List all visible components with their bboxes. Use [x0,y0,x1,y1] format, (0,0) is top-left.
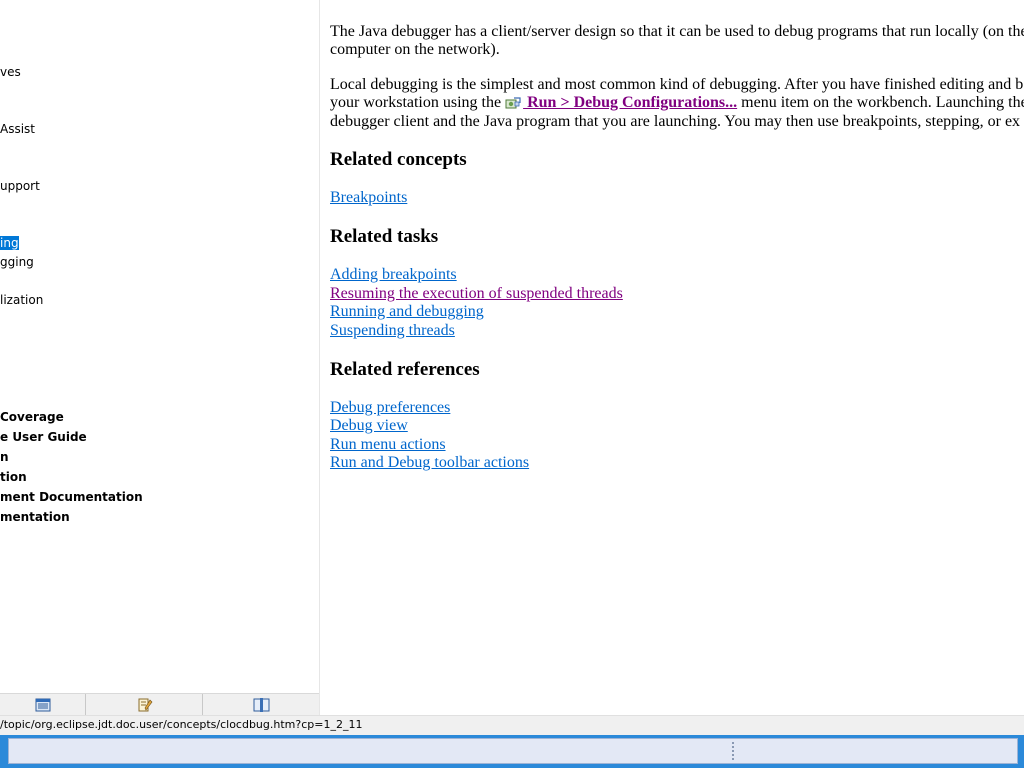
toc-item[interactable]: lization [0,293,43,307]
toc-book[interactable]: ment Documentation [0,490,143,504]
toc-pane: ves Assist upport ing gging lization Cov… [0,0,320,715]
toc-book[interactable]: mentation [0,510,70,524]
toc-book[interactable]: tion [0,470,27,484]
taskbar-grip[interactable] [732,742,736,760]
link-running-debugging[interactable]: Running and debugging [330,303,484,321]
link-debug-preferences[interactable]: Debug preferences [330,399,450,417]
tab-bookmarks[interactable] [202,694,319,715]
bookmarks-icon [253,698,271,712]
status-url: /topic/org.eclipse.jdt.doc.user/concepts… [0,718,363,731]
link-run-menu-actions[interactable]: Run menu actions [330,436,446,454]
index-icon [137,697,153,713]
local-paragraph-line: Local debugging is the simplest and most… [330,76,1024,93]
local-paragraph-text: your workstation using the [330,94,506,111]
local-paragraph-line: your workstation using the Run > Debug C… [330,94,1024,115]
link-suspending-threads[interactable]: Suspending threads [330,322,455,340]
related-tasks-heading: Related tasks [330,226,439,247]
related-references-heading: Related references [330,359,480,380]
toc-item[interactable]: ves [0,65,21,79]
status-bar: /topic/org.eclipse.jdt.doc.user/concepts… [0,715,1024,736]
tab-contents[interactable] [0,694,85,715]
help-content: The Java debugger has a client/server de… [330,0,1024,715]
toc-book[interactable]: e User Guide [0,430,87,444]
taskbar [0,735,1024,768]
debug-command-icon[interactable] [505,96,521,115]
toc-item[interactable]: gging [0,255,34,269]
nav-tabbar [0,693,319,715]
toc-item[interactable]: upport [0,179,40,193]
toc-book[interactable]: Coverage [0,410,64,424]
local-paragraph-text: menu item on the workbench. Launching th… [737,94,1024,111]
toc-item-selected[interactable]: ing [0,236,19,250]
intro-paragraph-line: computer on the network). [330,41,500,58]
run-debug-configurations-link[interactable]: Run > Debug Configurations... [523,94,737,111]
contents-icon [35,698,51,712]
link-breakpoints[interactable]: Breakpoints [330,189,407,207]
related-concepts-heading: Related concepts [330,149,467,170]
taskbar-panel[interactable] [8,738,1018,764]
intro-paragraph-line: The Java debugger has a client/server de… [330,23,1024,40]
link-debug-view[interactable]: Debug view [330,417,408,435]
link-adding-breakpoints[interactable]: Adding breakpoints [330,266,457,284]
link-resuming-execution[interactable]: Resuming the execution of suspended thre… [330,285,623,303]
link-run-debug-toolbar-actions[interactable]: Run and Debug toolbar actions [330,454,529,472]
toc-item[interactable]: Assist [0,122,35,136]
toc-book[interactable]: n [0,450,9,464]
tab-index[interactable] [85,694,203,715]
local-paragraph-line: debugger client and the Java program tha… [330,113,1021,130]
